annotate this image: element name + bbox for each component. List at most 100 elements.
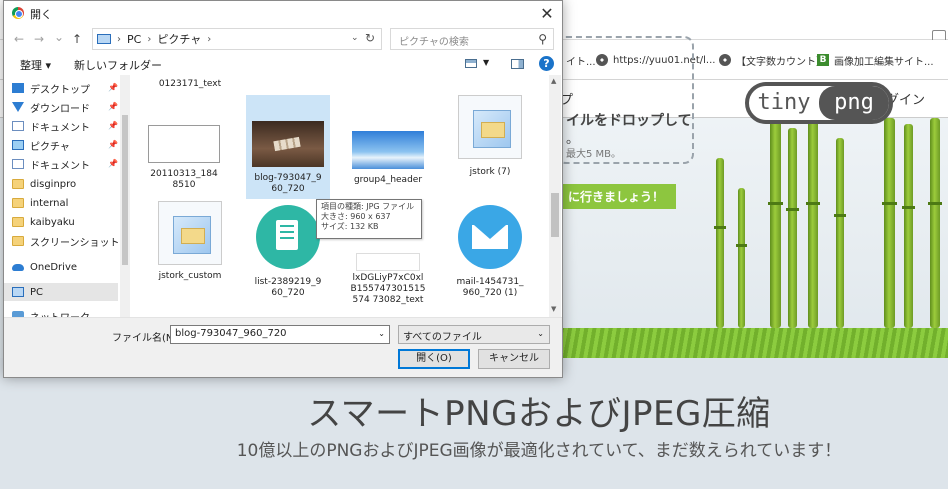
file-item-selected[interactable]: blog-793047_960_720 [246,95,330,199]
file-name: 0123171_text [158,79,222,89]
file-name: 20110313_1848510 [150,169,218,190]
bookmark-item[interactable]: 【文字数カウント】 [719,52,826,68]
nav-item-desktop[interactable]: デスクトップ [12,79,122,97]
pin-icon[interactable]: 📌 [108,159,118,168]
globe-icon [719,54,731,66]
cancel-button[interactable]: キャンセル [478,349,550,369]
pin-icon[interactable]: 📌 [108,102,118,111]
tooltip-type: 項目の種類: JPG ファイル [321,202,415,211]
filetype-select[interactable]: すべてのファイル ⌄ [398,325,550,344]
bamboo-decoration [714,158,726,328]
download-icon [12,102,24,112]
cta-button[interactable]: に行きましょう！ [558,184,676,209]
file-item[interactable]: lxDGLiyP7xC0xlB155747301515574 73082_tex… [346,253,430,306]
dialog-toolbar: 整理 ▾ 新しいフォルダー ▼ ? [4,53,562,75]
bamboo-decoration [806,118,820,328]
preview-pane-icon[interactable] [511,59,524,69]
chevron-right-icon[interactable]: › [147,34,151,45]
page-subtitle: 10億以上のPNGおよびJPEG画像が最適化されていて、まだ数えられています！ [236,441,842,461]
file-info-tooltip: 項目の種類: JPG ファイル 大きさ: 960 x 637 サイズ: 132 … [316,199,422,239]
nav-item-internal[interactable]: internal [12,194,122,212]
nav-item-downloads[interactable]: ダウンロード [12,98,122,116]
file-name: group4_header [353,175,423,185]
chevron-down-icon: ⌄ [537,329,544,338]
address-bar[interactable]: › PC › ピクチャ › ⌄ ↻ [92,28,382,50]
nav-item-documents[interactable]: ドキュメント [12,117,122,135]
file-name: list-2389219_960_720 [254,277,322,298]
nav-item-label: ネットワーク [30,309,90,318]
scrollbar-thumb[interactable] [551,193,559,237]
grass-decoration [560,328,948,358]
nav-item-kaibyaku[interactable]: kaibyaku [12,213,122,231]
bookmark-label: 画像加工編集サイト... [834,56,934,68]
file-item[interactable]: jstork (7) [448,95,532,178]
navigation-pane: デスクトップ 📌 ダウンロード 📌 ドキュメント 📌 ピクチャ 📌 ドキュメント… [4,75,130,317]
nav-item-disginpro[interactable]: disginpro [12,175,122,193]
filetype-value: すべてのファイル [403,332,482,343]
nav-scrollbar[interactable] [120,75,130,317]
file-item[interactable]: 0123171_text [148,79,232,90]
document-icon [12,159,24,169]
search-input[interactable]: ピクチャの検索 ⚲ [390,28,554,50]
nav-item-label: ダウンロード [30,103,90,115]
chevron-down-icon[interactable]: ⌄ [378,329,385,338]
chevron-down-icon[interactable]: ⌄ [351,33,359,43]
bamboo-decoration [928,118,942,328]
file-name: jstork_custom [158,271,222,281]
nav-item-screenshots[interactable]: スクリーンショット [12,232,122,250]
forward-button[interactable]: → [34,32,44,46]
file-name: lxDGLiyP7xC0xlB155747301515574 73082_tex… [350,273,426,305]
recent-locations-button[interactable]: ⌄ [54,30,64,44]
up-button[interactable]: ↑ [72,32,82,46]
filename-input[interactable]: blog-793047_960_720 ⌄ [170,325,390,344]
page-title: スマートPNGおよびJPEG圧縮 [307,394,771,434]
breadcrumb-pictures[interactable]: ピクチャ [157,31,201,47]
tooltip-filesize: サイズ: 132 KB [321,222,379,231]
document-icon [12,121,24,131]
scroll-up-icon[interactable]: ▲ [551,77,556,85]
nav-item-onedrive[interactable]: OneDrive [12,258,122,276]
file-thumbnail [158,201,222,265]
search-icon: ⚲ [538,32,547,46]
close-button[interactable]: ✕ [534,3,560,25]
file-item[interactable]: mail-1454731_960_720 (1) [448,205,532,299]
nav-item-pictures[interactable]: ピクチャ [12,136,122,154]
file-list: 0123171_text 20110313_1848510 blog-79304… [132,75,548,317]
bamboo-decoration [882,118,897,328]
open-button[interactable]: 開く(O) [398,349,470,369]
view-icon[interactable] [465,59,477,68]
chevron-down-icon[interactable]: ▼ [483,58,489,67]
bookmark-item[interactable]: B 画像加工編集サイト... [817,52,934,68]
nav-item-pc[interactable]: PC [4,283,118,301]
bamboo-decoration [902,124,915,328]
dialog-titlebar[interactable]: 開く ✕ [4,1,562,27]
file-name: jstork (7) [469,167,511,177]
help-icon[interactable]: ? [539,56,554,71]
file-item[interactable]: jstork_custom [148,201,232,282]
pin-icon[interactable]: 📌 [108,140,118,149]
nav-item-label: disginpro [30,178,77,190]
folder-icon [12,179,24,189]
folder-icon [12,198,24,208]
breadcrumb-pc[interactable]: PC [127,33,141,46]
pin-icon[interactable]: 📌 [108,83,118,92]
pc-icon [12,287,24,297]
file-name: blog-793047_960_720 [254,173,322,194]
scrollbar-thumb[interactable] [122,115,128,265]
chevron-right-icon[interactable]: › [207,34,211,45]
file-item[interactable]: group4_header [346,131,430,186]
scroll-down-icon[interactable]: ▼ [551,305,556,313]
organize-button[interactable]: 整理 ▾ [20,57,51,73]
tinypng-logo: tiny png [745,82,893,124]
nav-item-documents-2[interactable]: ドキュメント [12,155,122,173]
file-item[interactable]: 20110313_1848510 [142,125,226,191]
refresh-icon[interactable]: ↻ [365,31,375,45]
back-button[interactable]: ← [14,32,24,46]
new-folder-button[interactable]: 新しいフォルダー [74,57,162,73]
logo-png: png [819,86,889,120]
file-open-dialog: 開く ✕ ← → ⌄ ↑ › PC › ピクチャ › ⌄ ↻ ピクチャの検索 ⚲… [3,0,563,378]
bamboo-decoration [786,128,799,328]
pin-icon[interactable]: 📌 [108,121,118,130]
nav-item-network[interactable]: ネットワーク [12,307,122,317]
file-list-scrollbar[interactable]: ▲ ▼ [549,75,561,317]
